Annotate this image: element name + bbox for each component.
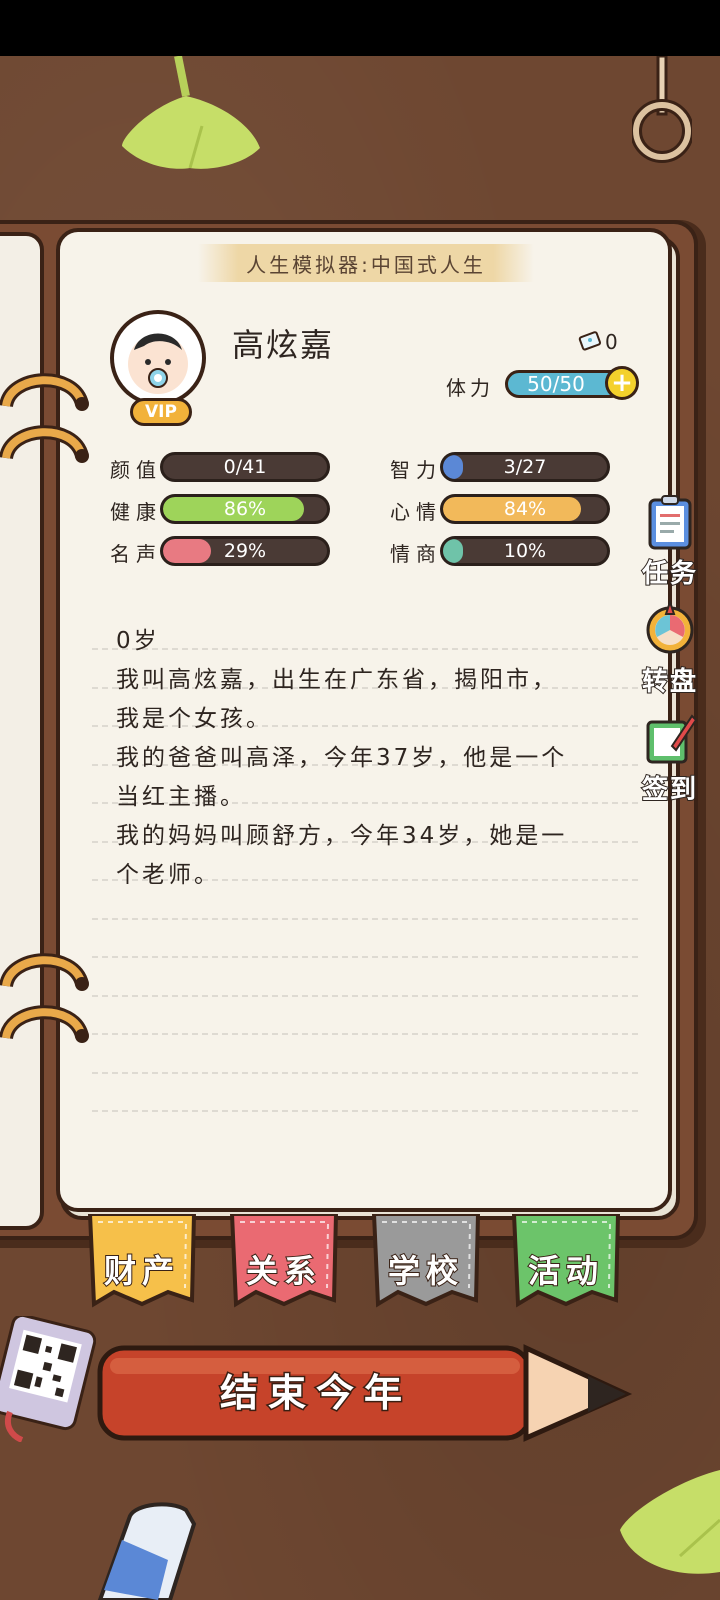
stat-value: 3/27 <box>503 456 547 478</box>
stat-bar: 10% <box>440 536 610 566</box>
ginkgo-leaf-icon <box>620 1470 720 1574</box>
stat-label: 情商 <box>390 542 442 566</box>
stat-bar: 84% <box>440 494 610 524</box>
ruled-line <box>92 956 638 958</box>
story-line: 当红主播。 <box>116 784 246 810</box>
stat-bar: 29% <box>160 536 330 566</box>
wheel-icon <box>646 600 694 654</box>
story-line: 我是个女孩。 <box>116 706 272 732</box>
stat-value: 10% <box>503 540 547 562</box>
task-button[interactable]: 任务 <box>630 490 710 590</box>
story-line: 我的妈妈叫顾舒方，今年34岁，她是一 <box>116 823 568 849</box>
vip-badge[interactable]: VIP <box>130 398 192 426</box>
stat-label: 智力 <box>390 458 442 482</box>
tab-label: 学校 <box>387 1251 464 1291</box>
tab-label: 财产 <box>103 1251 180 1291</box>
story-line: 我的爸爸叫高泽，今年37岁，他是一个 <box>116 745 568 771</box>
story-line: 个老师。 <box>116 862 220 888</box>
character-name: 高炫嘉 <box>232 326 335 364</box>
tab-label: 关系 <box>245 1251 322 1291</box>
stat-bar: 3/27 <box>440 452 610 482</box>
wheel-button[interactable]: 转盘 <box>630 598 710 698</box>
sign-in-button[interactable]: 签到 <box>630 706 710 806</box>
tab-label: 活动 <box>527 1251 604 1291</box>
binder-rings-bottom-icon <box>0 953 89 1043</box>
stat-bar: 86% <box>160 494 330 524</box>
ginkgo-leaf-icon <box>122 56 260 169</box>
ruled-line <box>92 917 638 920</box>
clipboard-icon <box>648 495 692 550</box>
binder-rings-top-icon <box>0 373 89 463</box>
ticket-icon <box>578 331 602 351</box>
task-label: 任务 <box>641 558 698 590</box>
life-story: 0岁 我叫高炫嘉，出生在广东省，揭阳市， 我是个女孩。 我的爸爸叫高泽，今年37… <box>116 622 636 895</box>
stat-bar: 0/41 <box>160 452 330 482</box>
avatar[interactable] <box>110 310 206 406</box>
ruled-line <box>92 1110 638 1112</box>
hanging-ring-icon <box>632 56 692 163</box>
ruled-line <box>92 1071 638 1074</box>
stat-label: 心情 <box>390 500 442 524</box>
stat-value: 29% <box>223 540 267 562</box>
stat-value: 84% <box>503 498 547 520</box>
baby-face-icon <box>128 333 188 394</box>
stamina-label: 体力 <box>446 376 494 400</box>
ruled-line <box>92 994 638 997</box>
story-age: 0岁 <box>116 628 160 654</box>
stat-label: 健康 <box>110 500 162 524</box>
end-year-button[interactable]: 结束今年 <box>96 1340 536 1438</box>
stat-label: 名声 <box>110 542 162 566</box>
story-line: 我叫高炫嘉，出生在广东省，揭阳市， <box>116 667 558 693</box>
game-title: 人生模拟器:中国式人生 <box>198 244 534 282</box>
stat-label: 颜值 <box>110 458 162 482</box>
eraser-icon <box>97 1502 197 1600</box>
wheel-label: 转盘 <box>641 666 698 698</box>
school-tab[interactable]: 学校 <box>368 1212 484 1312</box>
activity-tab[interactable]: 活动 <box>508 1212 624 1312</box>
stat-value: 0/41 <box>223 456 267 478</box>
stamina-value: 50/50 <box>527 372 585 396</box>
status-bar <box>0 0 720 56</box>
assets-tab[interactable]: 财产 <box>84 1212 200 1312</box>
stat-value: 86% <box>223 498 267 520</box>
add-stamina-button[interactable]: + <box>605 366 639 400</box>
ruled-line <box>92 1033 638 1035</box>
qr-code-icon[interactable] <box>0 1316 96 1442</box>
relations-tab[interactable]: 关系 <box>226 1212 342 1312</box>
sign-in-label: 签到 <box>641 774 698 806</box>
sign-in-book-icon <box>646 714 698 764</box>
ticket-count: 0 <box>605 330 618 354</box>
